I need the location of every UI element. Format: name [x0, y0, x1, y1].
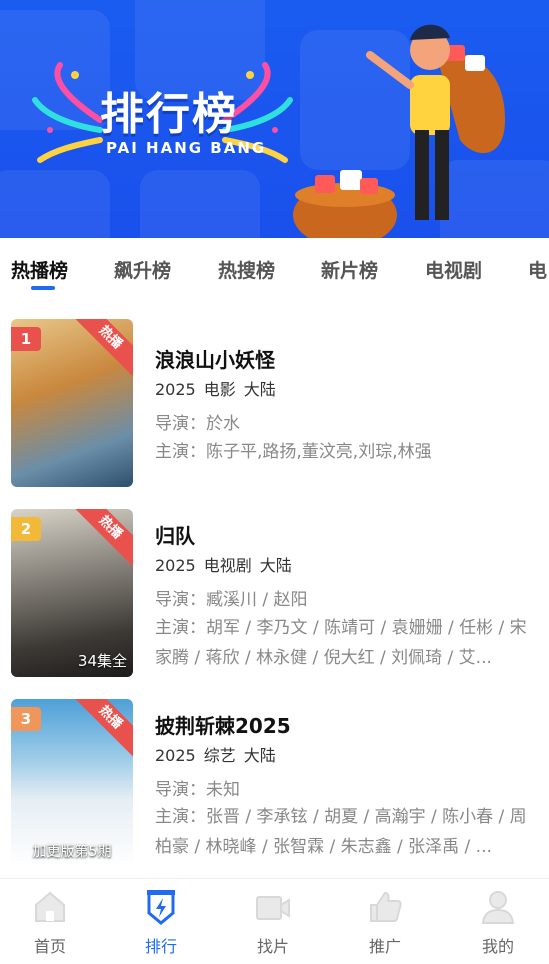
- item-director: 导演：臧溪川 / 赵阳: [155, 590, 308, 610]
- tab-rising[interactable]: 飙升榜: [114, 256, 171, 283]
- ranking-banner: 排行榜 PAI HANG BANG: [0, 0, 549, 238]
- banner-title: 排行榜: [100, 89, 238, 140]
- item-meta: 2025 电影 大陆: [155, 376, 284, 400]
- item-cast: 主演：张晋 / 李承铉 / 胡夏 / 高瀚宇 / 陈小春 / 周柏豪 / 林晓峰…: [155, 807, 527, 857]
- hot-ribbon: 热播: [70, 509, 133, 568]
- bottom-navigation: 首页 排行 找片 推广 我的: [0, 878, 549, 964]
- active-tab-indicator: [31, 286, 55, 290]
- nav-ranking[interactable]: 排行: [121, 887, 201, 957]
- nav-label: 我的: [481, 937, 514, 956]
- tab-hot-search[interactable]: 热搜榜: [218, 256, 275, 283]
- item-category: 电影: [203, 380, 236, 399]
- item-meta: 2025 综艺 大陆: [155, 742, 284, 766]
- episode-caption: 加更版第5期: [32, 844, 112, 860]
- thumbs-up-icon: [370, 891, 402, 922]
- nav-label: 排行: [144, 937, 177, 956]
- item-director: 导演：未知: [155, 780, 240, 800]
- item-region: 大陆: [243, 746, 276, 765]
- item-director: 导演：於水: [155, 414, 240, 434]
- episode-caption: 34集全: [77, 652, 127, 670]
- list-item[interactable]: 2 热播 34集全 归队 2025 电视剧 大陆 导演：臧溪川 / 赵阳 主演：胡军…: [0, 499, 549, 679]
- item-title[interactable]: 归队: [155, 520, 195, 549]
- nav-label: 推广: [368, 937, 401, 956]
- tab-tv-series[interactable]: 电视剧: [425, 256, 482, 283]
- hot-ribbon: 热播: [70, 319, 133, 378]
- item-region: 大陆: [243, 380, 276, 399]
- splash-left-icon: [32, 62, 103, 163]
- item-cast: 主演：陈子平,路扬,董汶亮,刘琮,林强: [155, 442, 432, 462]
- item-title[interactable]: 披荆斩棘2025: [155, 710, 291, 739]
- delivery-person-illustration: [293, 24, 505, 238]
- item-year: 2025: [155, 746, 196, 765]
- item-meta: 2025 电视剧 大陆: [155, 552, 300, 576]
- poster-image[interactable]: 2 热播 34集全: [11, 509, 133, 677]
- banner-subtitle: PAI HANG BANG: [106, 139, 267, 157]
- rank-badge: 2: [11, 517, 41, 541]
- item-title[interactable]: 浪浪山小妖怪: [155, 344, 275, 373]
- tab-new-release[interactable]: 新片榜: [321, 256, 378, 283]
- nav-home[interactable]: 首页: [10, 887, 90, 957]
- nav-label: 找片: [256, 937, 289, 956]
- rank-badge: 3: [11, 707, 41, 731]
- poster-image[interactable]: 3 热播 加更版第5期: [11, 699, 133, 867]
- ranking-icon: [147, 890, 175, 925]
- item-category: 综艺: [203, 746, 236, 765]
- tab-hot-play[interactable]: 热播榜: [11, 256, 68, 283]
- item-cast: 主演：胡军 / 李乃文 / 陈靖可 / 袁姗姗 / 任彬 / 宋家腾 / 蒋欣 …: [155, 618, 527, 668]
- list-item[interactable]: 3 热播 加更版第5期 披荆斩棘2025 2025 综艺 大陆 导演：未知 主演：张…: [0, 690, 549, 870]
- item-year: 2025: [155, 556, 196, 575]
- item-region: 大陆: [259, 556, 292, 575]
- nav-promote[interactable]: 推广: [345, 887, 425, 957]
- list-item[interactable]: 1 热播 浪浪山小妖怪 2025 电影 大陆 导演：於水 主演：陈子平,路扬,董汶亮…: [0, 310, 549, 490]
- video-camera-icon: [256, 896, 290, 920]
- poster-image[interactable]: 1 热播: [11, 319, 133, 487]
- nav-profile[interactable]: 我的: [458, 887, 538, 957]
- nav-label: 首页: [33, 937, 66, 956]
- nav-find[interactable]: 找片: [233, 887, 313, 957]
- rank-badge: 1: [11, 327, 41, 351]
- item-year: 2025: [155, 380, 196, 399]
- hot-ribbon: 热播: [70, 699, 133, 758]
- ranking-tabs: 热播榜 飙升榜 热搜榜 新片榜 电视剧 电: [0, 238, 549, 300]
- item-category: 电视剧: [203, 556, 252, 575]
- home-icon: [35, 891, 65, 922]
- user-icon: [481, 891, 515, 924]
- tab-next[interactable]: 电: [528, 256, 547, 283]
